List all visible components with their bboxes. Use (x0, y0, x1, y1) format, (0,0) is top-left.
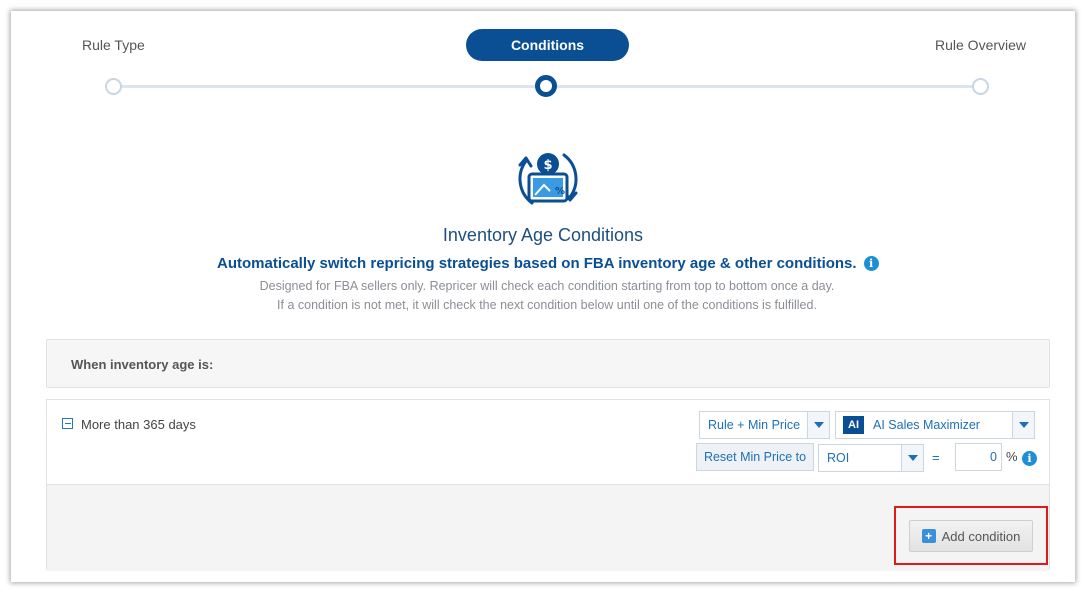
strategy-value: AI Sales Maximizer (873, 418, 980, 432)
panel-heading: When inventory age is: (71, 357, 214, 372)
inventory-age-panel-header: When inventory age is: (46, 339, 1050, 388)
condition-label: More than 365 days (81, 417, 196, 432)
reset-basis-value: ROI (827, 451, 850, 465)
info-icon[interactable]: i (863, 256, 879, 271)
reset-min-price-button[interactable]: Reset Min Price to (696, 443, 814, 471)
collapse-icon[interactable] (62, 418, 73, 429)
percent-value-input[interactable]: 0 (955, 443, 1002, 471)
info-icon[interactable]: i (1022, 451, 1037, 466)
rule-type-dropdown[interactable]: Rule + Min Price (699, 411, 830, 439)
chevron-down-icon[interactable] (807, 412, 829, 438)
step-dot-rule-type[interactable] (105, 78, 122, 95)
rule-wizard-window: Rule Type Conditions Rule Overview % $ I… (11, 11, 1075, 582)
svg-text:%: % (555, 186, 565, 197)
subtitle-text: Automatically switch repricing strategie… (217, 255, 857, 272)
step-conditions[interactable]: Conditions (466, 29, 629, 61)
percent-unit: % (1006, 449, 1018, 464)
chevron-down-icon[interactable] (1012, 412, 1034, 438)
svg-text:$: $ (543, 158, 552, 173)
equals-sign: = (932, 450, 940, 465)
step-dot-conditions[interactable] (535, 75, 557, 97)
page-title: Inventory Age Conditions (442, 225, 644, 245)
strategy-dropdown[interactable]: AI AI Sales Maximizer (835, 411, 1035, 439)
ai-badge: AI (843, 416, 864, 434)
step-dot-rule-overview[interactable] (972, 78, 989, 95)
reset-basis-dropdown[interactable]: ROI (818, 444, 924, 472)
inventory-repricing-icon: % $ (518, 153, 578, 205)
step-rule-type[interactable]: Rule Type (82, 37, 145, 53)
rule-type-value: Rule + Min Price (708, 418, 801, 432)
step-rule-overview[interactable]: Rule Overview (935, 37, 1026, 53)
highlight-box (894, 506, 1048, 565)
description-line-1: Designed for FBA sellers only. Repricer … (259, 279, 835, 293)
description-line-2: If a condition is not met, it will check… (277, 298, 817, 312)
page-subtitle: Automatically switch repricing strategie… (217, 255, 879, 272)
condition-row: More than 365 days Rule + Min Price AI A… (47, 400, 1049, 484)
chevron-down-icon[interactable] (901, 445, 923, 471)
